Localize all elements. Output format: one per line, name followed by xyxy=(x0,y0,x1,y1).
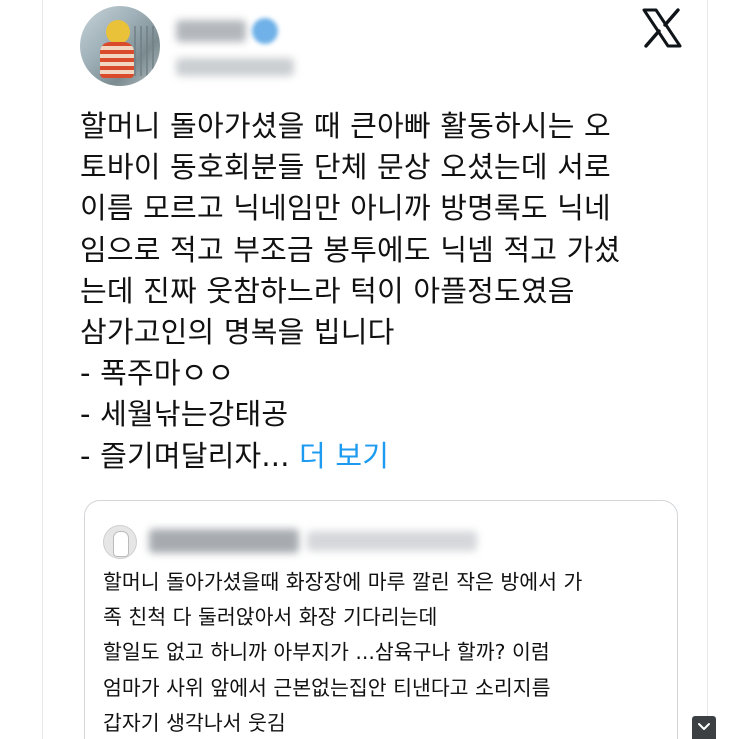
quote-line: 엄마가 사위 앞에서 근본없는집안 티낸다고 소리지름 xyxy=(103,675,551,700)
tweet-line: 삼가고인의 명복을 빕니다 xyxy=(80,314,395,349)
quote-line: 할일도 없고 하니까 아부지가 ...삼육구나 할까? 이럼 xyxy=(103,640,550,665)
quoted-author-avatar[interactable] xyxy=(103,525,137,559)
tweet-line: 할머니 돌아가셨을 때 큰아빠 활동하시는 오 xyxy=(80,109,611,143)
x-logo-icon[interactable] xyxy=(640,6,684,50)
tweet-line: 토바이 동호회분들 단체 문상 오셨는데 서로 xyxy=(80,150,611,185)
tweet-body: 할머니 돌아가셨을 때 큰아빠 활동하시는 오 토바이 동호회분들 단체 문상 … xyxy=(80,106,680,477)
chevron-down-icon xyxy=(698,723,710,730)
tweet-line: - 세월낚는강태공 xyxy=(80,397,289,432)
avatar-figure-body xyxy=(100,42,134,78)
quote-line: 갑자기 생각나서 웃김 xyxy=(103,710,286,735)
tweet-line-text: - 즐기며달리자... xyxy=(80,438,290,473)
tweet-header xyxy=(80,4,700,92)
author-avatar[interactable] xyxy=(80,6,160,86)
verified-badge-icon xyxy=(252,18,278,44)
quoted-author-name-redacted[interactable] xyxy=(149,529,299,553)
tweet-line: 임으로 적고 부조금 봉투에도 닉넴 적고 가셨 xyxy=(80,232,621,267)
author-handle-redacted[interactable] xyxy=(176,58,294,76)
quote-line: 족 친척 다 둘러앉아서 화장 기다리는데 xyxy=(103,605,438,630)
scroll-down-button[interactable] xyxy=(692,716,716,739)
avatar-background-rail xyxy=(134,26,156,76)
tweet-last-line: - 즐기며달리자... 더 보기 xyxy=(80,436,680,477)
quoted-tweet-body: 할머니 돌아가셨을때 화장장에 마루 깔린 작은 방에서 가 족 친척 다 둘러… xyxy=(103,565,668,739)
quoted-avatar-figure xyxy=(114,532,128,556)
tweet-line: 는데 진짜 웃참하느라 턱이 아플정도였음 xyxy=(80,273,575,308)
avatar-figure-head xyxy=(106,20,130,44)
quote-line: 할머니 돌아가셨을때 화장장에 마루 깔린 작은 방에서 가 xyxy=(103,570,583,594)
author-name-redacted[interactable] xyxy=(176,20,246,42)
show-more-link[interactable]: 더 보기 xyxy=(299,439,389,473)
tweet-line: - 폭주마ㅇㅇ xyxy=(80,356,235,391)
quoted-author-handle-redacted[interactable] xyxy=(307,531,477,551)
tweet-line: 이름 모르고 닉네임만 아니까 방명록도 닉네 xyxy=(80,191,611,226)
quoted-tweet[interactable]: 할머니 돌아가셨을때 화장장에 마루 깔린 작은 방에서 가 족 친척 다 둘러… xyxy=(84,500,678,739)
